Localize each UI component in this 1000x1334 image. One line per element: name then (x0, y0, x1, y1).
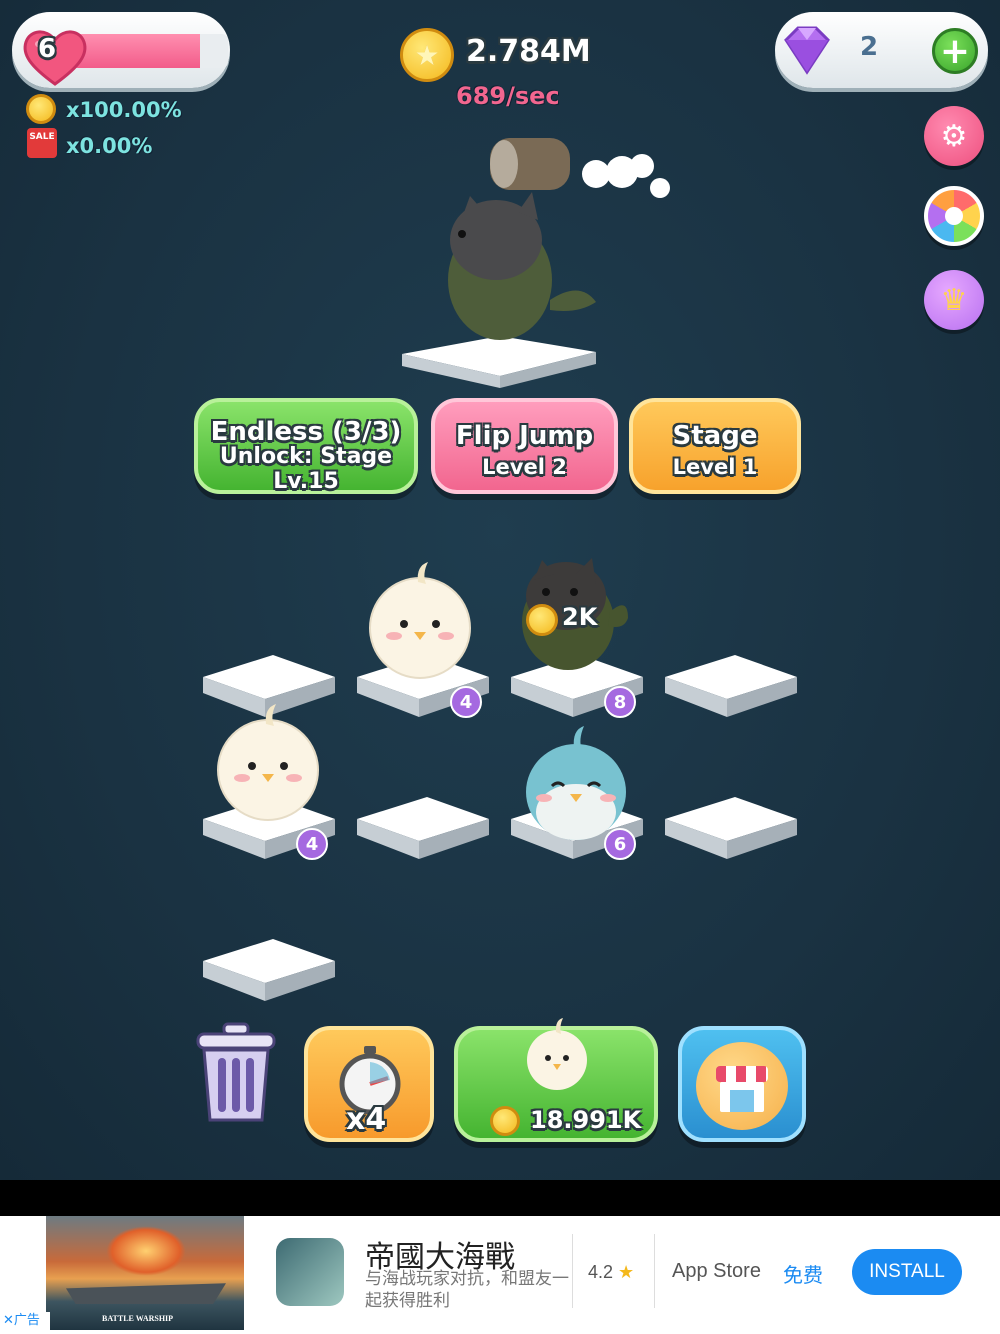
tile-6[interactable] (357, 797, 489, 859)
tile-8[interactable] (665, 797, 797, 859)
tile-9[interactable] (203, 939, 335, 1001)
chick-left-level: 4 (296, 828, 328, 860)
ad-divider-2 (654, 1234, 655, 1308)
ad-game-image: BATTLE WARSHIP (46, 1216, 244, 1330)
game-screen: 6 ★ 2.784M 689/sec 2 + x100.00% SALE x0.… (0, 0, 1000, 1180)
cat-fish-income: 2K (562, 603, 598, 631)
ad-store: App Store (672, 1260, 761, 1282)
shop-button[interactable] (678, 1026, 806, 1142)
close-icon[interactable]: ✕ (3, 1313, 14, 1328)
ad-banner-text: BATTLE WARSHIP (102, 1314, 174, 1323)
ad-rating: 4.2 ★ (588, 1262, 635, 1282)
blue-bird[interactable] (526, 726, 626, 840)
shop-icon (696, 1042, 788, 1130)
chick-top[interactable] (369, 562, 471, 679)
ad-subtitle: 与海战玩家对抗，和盟友一起获得胜利 (365, 1269, 569, 1311)
star-icon: ★ (618, 1262, 635, 1282)
buy-price: 18.991K (530, 1106, 642, 1134)
speed-multiplier: x4 (346, 1102, 387, 1137)
trash-button[interactable] (194, 1022, 278, 1126)
ad-price: 免费 (783, 1263, 823, 1287)
merge-board (203, 558, 797, 1001)
cat-fish-level: 8 (604, 686, 636, 718)
bluebird-level: 6 (604, 828, 636, 860)
tile-4[interactable] (665, 655, 797, 717)
chick-icon (527, 1018, 587, 1090)
install-button[interactable]: INSTALL (852, 1249, 962, 1295)
price-coin-icon (490, 1106, 520, 1136)
ad-separator (0, 1180, 1000, 1216)
ad-divider (572, 1234, 573, 1308)
buy-chick-button[interactable]: 18.991K (454, 1018, 658, 1142)
ad-banner[interactable]: BATTLE WARSHIP ✕广告 帝國大海戰 与海战玩家对抗，和盟友一起获得… (0, 1216, 1000, 1334)
tile-1[interactable] (203, 655, 335, 717)
chick-top-level: 4 (450, 686, 482, 718)
income-coin-icon (526, 604, 558, 636)
ad-label[interactable]: ✕广告 (0, 1312, 50, 1330)
speed-boost-button[interactable]: x4 (304, 1026, 434, 1142)
ad-app-icon (276, 1238, 344, 1306)
chick-left[interactable] (217, 704, 319, 821)
